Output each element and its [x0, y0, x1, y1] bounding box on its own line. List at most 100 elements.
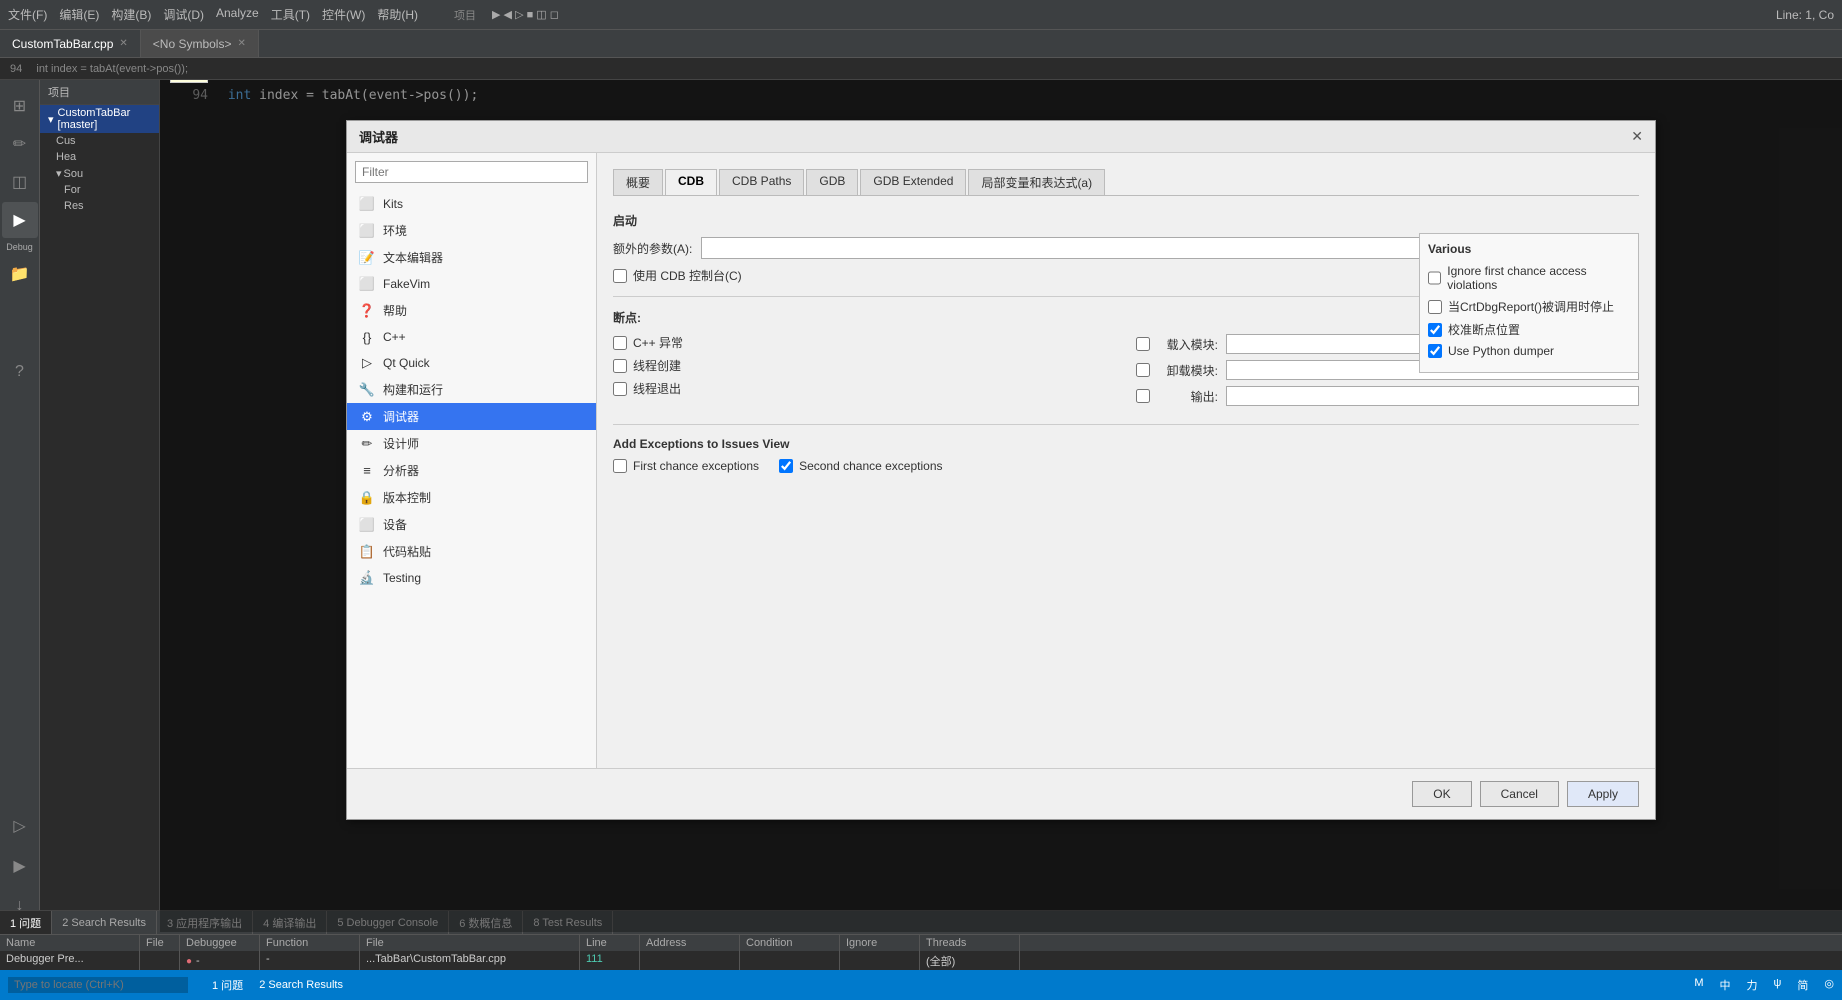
col-file-header: File: [140, 935, 180, 951]
various-checkbox-1[interactable]: [1428, 300, 1442, 314]
cpp-exception-checkbox[interactable]: [613, 336, 627, 350]
debug-icon-btn[interactable]: ▶: [2, 202, 38, 238]
exceptions-row: First chance exceptions Second chance ex…: [613, 459, 1639, 479]
debuggee-indicator-icon: ●: [186, 956, 192, 967]
status-li: 力: [1747, 977, 1758, 993]
devices-icon: ⬜: [359, 517, 375, 533]
apply-button[interactable]: Apply: [1567, 781, 1639, 807]
dialog-overlay: 选项 调试器 ✕ ⬜ Kits: [160, 80, 1842, 932]
devices-label: 设备: [383, 516, 407, 533]
load-module-checkbox[interactable]: [1136, 337, 1150, 351]
buildrun-icon: 🔧: [359, 382, 375, 398]
menu-help[interactable]: 帮助(H): [377, 6, 418, 23]
vcs-icon: 🔒: [359, 490, 375, 506]
menu-tools[interactable]: 工具(T): [271, 6, 310, 23]
col-address-header: Address: [640, 935, 740, 951]
kits-label: Kits: [383, 197, 403, 211]
run-icon-btn[interactable]: ▷: [2, 808, 38, 844]
dialog-body: ⬜ Kits ⬜ 环境 📝 文本编辑器 ⬜ F: [347, 153, 1655, 768]
project-item-master[interactable]: ▾ CustomTabBar [master]: [40, 105, 159, 133]
menu-item-testing[interactable]: 🔬 Testing: [347, 565, 596, 591]
tab-gdb[interactable]: GDB: [806, 169, 858, 195]
various-item-2: 校准断点位置: [1428, 321, 1630, 338]
various-checkbox-2[interactable]: [1428, 323, 1442, 337]
menu-bar[interactable]: 文件(F) 编辑(E) 构建(B) 调试(D) Analyze 工具(T) 控件…: [8, 6, 418, 23]
menu-debug[interactable]: 调试(D): [163, 6, 204, 23]
menu-item-qtquick[interactable]: ▷ Qt Quick: [347, 350, 596, 376]
project-master-label: CustomTabBar [master]: [58, 107, 151, 131]
menu-item-texteditor[interactable]: 📝 文本编辑器: [347, 244, 596, 271]
menu-item-kits[interactable]: ⬜ Kits: [347, 191, 596, 217]
dialog-close-button[interactable]: ✕: [1631, 128, 1643, 145]
menu-controls[interactable]: 控件(W): [322, 6, 365, 23]
menu-item-debugger[interactable]: ⚙ 调试器: [347, 403, 596, 430]
tab-cdb-paths[interactable]: CDB Paths: [719, 169, 804, 195]
menu-item-codepaste[interactable]: 📋 代码粘贴: [347, 538, 596, 565]
menu-edit[interactable]: 编辑(E): [59, 6, 99, 23]
project-item-cus[interactable]: Cus: [40, 133, 159, 149]
bottom-tab-issues[interactable]: 1 问题: [0, 911, 52, 934]
menu-build[interactable]: 构建(B): [111, 6, 151, 23]
tab-summary[interactable]: 概要: [613, 169, 663, 195]
icon-bar: ⊞ ✏ ◫ ▶ Debug 📁 ? ▷ ▶ ↓: [0, 80, 40, 932]
row-debuggee: ● -: [180, 951, 260, 970]
close-tab-1-icon[interactable]: ✕: [237, 38, 245, 49]
extra-args-input[interactable]: [701, 237, 1501, 259]
row-condition: [740, 951, 840, 970]
filter-input[interactable]: [355, 161, 588, 183]
various-checkbox-0[interactable]: [1428, 271, 1441, 285]
dialog-title: 调试器: [359, 127, 398, 146]
menu-item-help[interactable]: ❓ 帮助: [347, 297, 596, 324]
thread-create-checkbox[interactable]: [613, 359, 627, 373]
cancel-button[interactable]: Cancel: [1480, 781, 1559, 807]
welcome-icon-btn[interactable]: ⊞: [2, 88, 38, 124]
menu-item-fakevim[interactable]: ⬜ FakeVim: [347, 271, 596, 297]
edit-icon-btn[interactable]: ✏: [2, 126, 38, 162]
help-icon-btn[interactable]: ?: [2, 354, 38, 390]
project-icon-btn[interactable]: 📁: [2, 256, 38, 292]
debugger-dialog: 调试器 ✕ ⬜ Kits ⬜ 环境: [346, 120, 1656, 820]
line-info: Line: 1, Co: [1776, 8, 1834, 22]
various-label-0: Ignore first chance access violations: [1447, 264, 1630, 292]
codepaste-label: 代码粘贴: [383, 543, 431, 560]
output-input[interactable]: [1226, 386, 1639, 406]
menu-file[interactable]: 文件(F): [8, 6, 47, 23]
tab-nosymbols[interactable]: <No Symbols> ✕: [141, 30, 259, 57]
unload-module-checkbox[interactable]: [1136, 363, 1150, 377]
tab-gdb-extended[interactable]: GDB Extended: [860, 169, 966, 195]
menu-item-designer[interactable]: ✏ 设计师: [347, 430, 596, 457]
first-chance-checkbox[interactable]: [613, 459, 627, 473]
debugger-icon: ⚙: [359, 409, 375, 425]
menu-analyze[interactable]: Analyze: [216, 6, 259, 23]
various-checkbox-3[interactable]: [1428, 344, 1442, 358]
various-label-3: Use Python dumper: [1448, 344, 1554, 358]
tab-customtabbar[interactable]: CustomTabBar.cpp ✕: [0, 30, 141, 57]
project-panel: 项目 ▾ CustomTabBar [master] Cus Hea ▾ Sou…: [40, 80, 160, 932]
menu-item-buildrun[interactable]: 🔧 构建和运行: [347, 376, 596, 403]
status-bar-item-2: 2 Search Results: [259, 979, 343, 991]
project-item-sou[interactable]: ▾ Sou: [40, 165, 159, 182]
project-item-res[interactable]: Res: [40, 198, 159, 214]
various-label-2: 校准断点位置: [1448, 321, 1520, 338]
menu-item-cpp[interactable]: {} C++: [347, 324, 596, 350]
output-checkbox[interactable]: [1136, 389, 1150, 403]
menu-item-env[interactable]: ⬜ 环境: [347, 217, 596, 244]
tab-locals[interactable]: 局部变量和表达式(a): [968, 169, 1105, 195]
first-chance-row: First chance exceptions: [613, 459, 759, 473]
menu-item-devices[interactable]: ⬜ 设备: [347, 511, 596, 538]
close-tab-0-icon[interactable]: ✕: [119, 38, 127, 49]
bottom-tab-search[interactable]: 2 Search Results: [52, 911, 157, 934]
menu-item-vcs[interactable]: 🔒 版本控制: [347, 484, 596, 511]
thread-exit-checkbox[interactable]: [613, 382, 627, 396]
ok-button[interactable]: OK: [1412, 781, 1471, 807]
design-icon-btn[interactable]: ◫: [2, 164, 38, 200]
debug-label: Debug: [6, 242, 33, 252]
use-cdb-checkbox[interactable]: [613, 269, 627, 283]
tab-cdb[interactable]: CDB: [665, 169, 717, 195]
run2-icon-btn[interactable]: ▶: [2, 848, 38, 884]
project-item-for[interactable]: For: [40, 182, 159, 198]
locate-input[interactable]: [8, 977, 188, 993]
second-chance-checkbox[interactable]: [779, 459, 793, 473]
menu-item-analyzer[interactable]: ≡ 分析器: [347, 457, 596, 484]
project-item-hea[interactable]: Hea: [40, 149, 159, 165]
